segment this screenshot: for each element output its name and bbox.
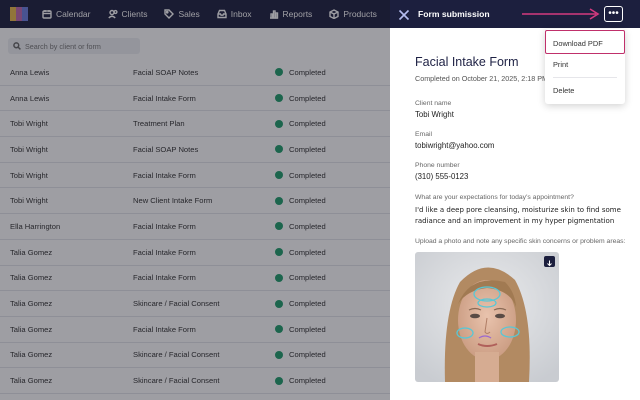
client-name-value: Tobi Wright [415, 110, 454, 119]
menu-item-delete[interactable]: Delete [553, 86, 574, 95]
client-photo[interactable] [415, 252, 559, 382]
more-options-button[interactable]: ••• [604, 6, 623, 22]
menu-divider [553, 77, 617, 78]
face-photo-image [415, 252, 559, 382]
phone-value: (310) 555-0123 [415, 172, 469, 181]
phone-label: Phone number [415, 162, 460, 169]
modal-overlay[interactable] [0, 0, 390, 400]
expectations-question: What are your expectations for today's a… [415, 194, 574, 201]
menu-item-print[interactable]: Print [553, 60, 568, 69]
pointer-arrow-icon [522, 8, 600, 20]
download-icon [547, 260, 552, 267]
email-value: tobiwright@yahoo.com [415, 141, 495, 150]
close-button[interactable] [398, 8, 410, 21]
download-photo-button[interactable] [544, 256, 555, 267]
menu-item-download-pdf[interactable]: Download PDF [553, 39, 603, 48]
photo-question: Upload a photo and note any specific ski… [415, 238, 626, 245]
panel-header: Form submission ••• [390, 0, 640, 28]
more-options-menu: Download PDF Print Delete [545, 29, 625, 104]
expectations-answer: I'd like a deep pore cleansing, moisturi… [415, 206, 621, 225]
email-label: Email [415, 131, 432, 138]
panel-title: Form submission [418, 9, 490, 19]
close-icon [398, 9, 410, 21]
panel-body: Facial Intake Form Completed on October … [390, 55, 640, 382]
